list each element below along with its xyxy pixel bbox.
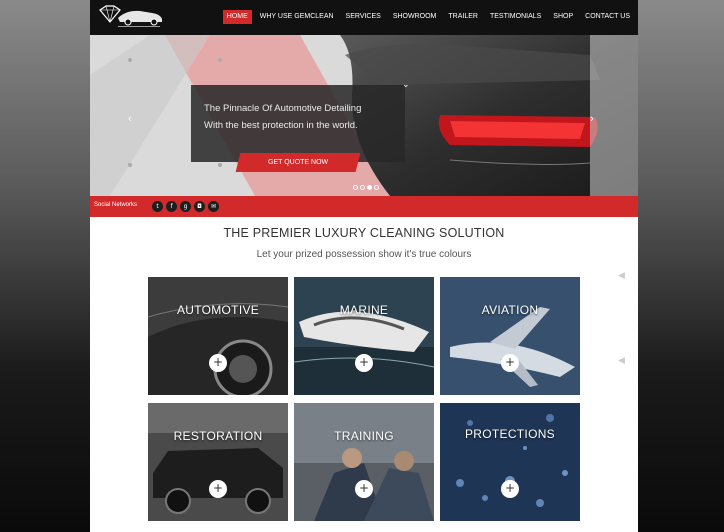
- google-plus-icon[interactable]: g: [180, 201, 191, 212]
- tile-marine-label: MARINE: [339, 303, 389, 317]
- nav-showroom[interactable]: SHOWROOM: [389, 10, 441, 24]
- slider-next-arrow[interactable]: ›: [590, 113, 594, 125]
- plus-icon[interactable]: +: [209, 354, 227, 372]
- tile-protections-label: PROTECTIONS: [465, 427, 555, 441]
- plus-icon[interactable]: +: [501, 480, 519, 498]
- site-header: HOME WHY USE GEMCLEAN SERVICES SHOWROOM …: [90, 0, 638, 35]
- slider-dot-3-active[interactable]: [367, 185, 372, 190]
- slider-dot-4[interactable]: [374, 185, 379, 190]
- tile-automotive[interactable]: AUTOMOTIVE +: [148, 277, 288, 395]
- plus-icon[interactable]: +: [355, 480, 373, 498]
- section-subtitle: Let your prized possession show it's tru…: [256, 249, 472, 260]
- training-image: [294, 403, 434, 521]
- tile-protections[interactable]: PROTECTIONS +: [440, 403, 580, 521]
- slider-prev-arrow[interactable]: ‹: [128, 113, 132, 125]
- nav-home[interactable]: HOME: [222, 10, 252, 24]
- side-arrow-down-icon[interactable]: ◀: [618, 355, 630, 365]
- twitter-icon[interactable]: t: [152, 201, 163, 212]
- gemclean-logo[interactable]: [96, 4, 166, 31]
- nav-trailer[interactable]: TRAILER: [444, 10, 482, 24]
- get-quote-button[interactable]: GET QUOTE NOW: [235, 153, 361, 172]
- slider-dots: [352, 185, 380, 190]
- restoration-image: [148, 403, 288, 521]
- tile-training-label: TRAINING: [334, 429, 394, 443]
- tile-aviation[interactable]: AVIATION +: [440, 277, 580, 395]
- slider-dot-2[interactable]: [360, 185, 365, 190]
- tile-training[interactable]: TRAINING +: [294, 403, 434, 521]
- social-bar: Social Networks t f g ◘ ✉: [90, 196, 638, 217]
- tile-marine[interactable]: MARINE +: [294, 277, 434, 395]
- automotive-image: [148, 277, 288, 395]
- aviation-image: [440, 277, 580, 395]
- main-nav: HOME WHY USE GEMCLEAN SERVICES SHOWROOM …: [219, 10, 634, 24]
- protections-image: [440, 403, 580, 521]
- plus-icon[interactable]: +: [355, 354, 373, 372]
- instagram-icon[interactable]: ◘: [194, 201, 205, 212]
- nav-testimonials[interactable]: TESTIMONIALS: [486, 10, 545, 24]
- nav-contact-us[interactable]: CONTACT US: [581, 10, 634, 24]
- plus-icon[interactable]: +: [501, 354, 519, 372]
- email-icon[interactable]: ✉: [208, 201, 219, 212]
- slider-dot-1[interactable]: [353, 185, 358, 190]
- tile-restoration[interactable]: RESTORATION +: [148, 403, 288, 521]
- social-icons: t f g ◘ ✉: [152, 201, 222, 212]
- hero-headline: The Pinnacle Of Automotive Detailing: [204, 103, 362, 114]
- hero-slider: The Pinnacle Of Automotive Detailing Wit…: [90, 35, 638, 196]
- side-arrow-up-icon[interactable]: ◀: [618, 270, 630, 280]
- tile-aviation-label: AVIATION: [481, 303, 539, 317]
- get-quote-label: GET QUOTE NOW: [267, 159, 329, 166]
- hero-subheadline: With the best protection in the world.: [204, 120, 358, 131]
- marine-image: [294, 277, 434, 395]
- nav-services[interactable]: SERVICES: [342, 10, 385, 24]
- section-title: THE PREMIER LUXURY CLEANING SOLUTION: [223, 226, 505, 240]
- social-networks-label: Social Networks: [94, 202, 138, 208]
- website: HOME WHY USE GEMCLEAN SERVICES SHOWROOM …: [90, 0, 638, 532]
- hero-caption: The Pinnacle Of Automotive Detailing Wit…: [191, 85, 405, 162]
- tile-automotive-label: AUTOMOTIVE: [176, 303, 260, 317]
- plus-icon[interactable]: +: [209, 480, 227, 498]
- facebook-icon[interactable]: f: [166, 201, 177, 212]
- chevron-down-icon[interactable]: ⌄: [402, 79, 410, 90]
- nav-why-use-gemclean[interactable]: WHY USE GEMCLEAN: [256, 10, 338, 24]
- tile-restoration-label: RESTORATION: [173, 429, 263, 443]
- nav-shop[interactable]: SHOP: [549, 10, 577, 24]
